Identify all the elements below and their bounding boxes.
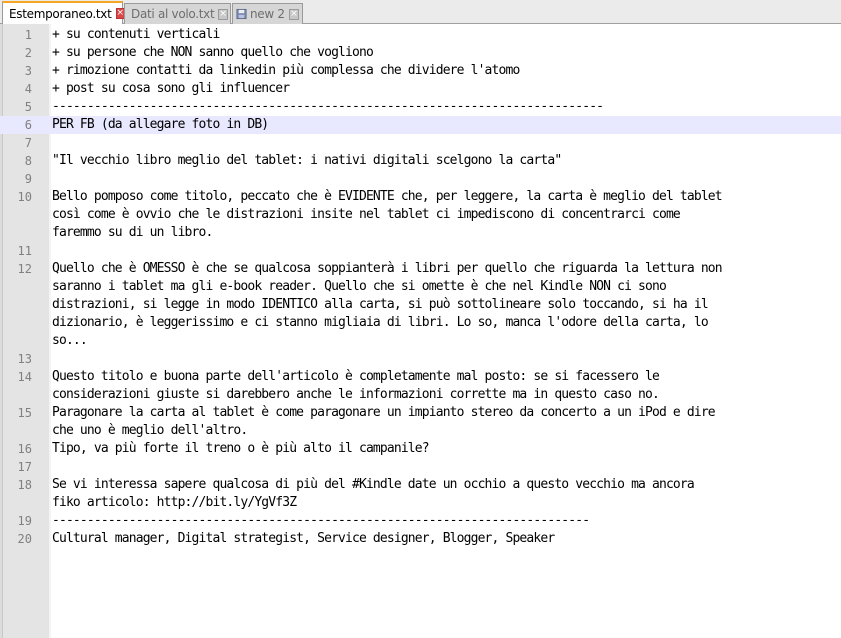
- line-number: 6: [24, 118, 32, 132]
- tab-label: Dati al volo.txt: [131, 7, 215, 21]
- editor-line[interactable]: saranno i tablet ma gli e-book reader. Q…: [0, 278, 841, 296]
- line-text[interactable]: Quello che è OMESSO è che se qualcosa so…: [52, 260, 723, 278]
- line-text[interactable]: "Il vecchio libro meglio del tablet: i n…: [52, 152, 562, 170]
- editor-line[interactable]: 2 + su persone che NON sanno quello che v…: [0, 44, 841, 62]
- editor-line[interactable]: 3 + rimozione contatti da linkedin più co…: [0, 62, 841, 80]
- editor-line[interactable]: distrazioni, si legge in modo IDENTICO a…: [0, 296, 841, 314]
- line-text[interactable]: PER FB (da allegare foto in DB): [52, 116, 269, 134]
- tab-bar: Estemporaneo.txt × Dati al volo.txt × ne…: [0, 0, 841, 24]
- line-number: 20: [17, 532, 32, 546]
- editor-line[interactable]: 15 Paragonare la carta al tablet è come p…: [0, 404, 841, 422]
- editor-line[interactable]: 17: [0, 458, 841, 476]
- line-text[interactable]: Bello pomposo come titolo, peccato che è…: [52, 188, 723, 206]
- editor-line[interactable]: considerazioni giuste si darebbero anche…: [0, 386, 841, 404]
- line-number: 3: [24, 64, 32, 78]
- line-number: 1: [24, 28, 32, 42]
- line-number: 16: [17, 442, 32, 456]
- line-text[interactable]: + su persone che NON sanno quello che vo…: [52, 44, 374, 62]
- tab-dati-al-volo[interactable]: Dati al volo.txt ×: [124, 3, 231, 24]
- editor-line[interactable]: 5 ---------------------------------------…: [0, 98, 841, 116]
- line-number: 13: [17, 352, 32, 366]
- line-number: 17: [17, 460, 32, 474]
- tab-label: Estemporaneo.txt: [9, 6, 112, 21]
- line-text[interactable]: Questo titolo e buona parte dell'articol…: [52, 368, 660, 386]
- editor-line[interactable]: che uno è meglio dell'altro.: [0, 422, 841, 440]
- line-number: 2: [24, 46, 32, 60]
- line-text[interactable]: + su contenuti verticali: [52, 26, 220, 44]
- line-text[interactable]: Se vi interessa sapere qualcosa di più d…: [52, 476, 695, 494]
- line-text[interactable]: faremmo su di un libro.: [52, 224, 213, 242]
- line-number: 12: [17, 262, 32, 276]
- line-text[interactable]: che uno è meglio dell'altro.: [52, 422, 248, 440]
- line-text[interactable]: so...: [52, 332, 88, 350]
- editor-line[interactable]: 6 PER FB (da allegare foto in DB): [0, 116, 841, 134]
- editor-line[interactable]: 4 + post su cosa sono gli influencer: [0, 80, 841, 98]
- editor-line[interactable]: 13: [0, 350, 841, 368]
- editor-line[interactable]: 7: [0, 134, 841, 152]
- line-number: 7: [24, 136, 32, 150]
- editor-line[interactable]: so...: [0, 332, 841, 350]
- editor-line[interactable]: dizionario, è leggerissimo e ci stanno m…: [0, 314, 841, 332]
- line-number: 4: [24, 82, 32, 96]
- line-text[interactable]: Tipo, va più forte il treno o è più alto…: [52, 440, 430, 458]
- editor-line[interactable]: 19 --------------------------------------…: [0, 512, 841, 530]
- editor-line[interactable]: 10 Bello pomposo come titolo, peccato che…: [0, 188, 841, 206]
- line-number: 8: [24, 154, 32, 168]
- line-text[interactable]: fiko articolo: http://bit.ly/YgVf3Z: [52, 494, 297, 512]
- line-number: 5: [24, 100, 32, 114]
- line-text[interactable]: Paragonare la carta al tablet è come par…: [52, 404, 716, 422]
- line-text[interactable]: Cultural manager, Digital strategist, Se…: [52, 530, 555, 548]
- line-text[interactable]: saranno i tablet ma gli e-book reader. Q…: [52, 278, 667, 296]
- text-editor[interactable]: 1 + su contenuti verticali 2 + su persone c…: [0, 24, 841, 638]
- file-icon: [236, 8, 247, 20]
- editor-line[interactable]: 16 Tipo, va più forte il treno o è più al…: [0, 440, 841, 458]
- line-text[interactable]: dizionario, è leggerissimo e ci stanno m…: [52, 314, 709, 332]
- line-number: 10: [17, 190, 32, 204]
- line-text[interactable]: considerazioni giuste si darebbero anche…: [52, 386, 660, 404]
- line-number: 14: [17, 370, 32, 384]
- editor-line[interactable]: 20 Cultural manager, Digital strategist, …: [0, 530, 841, 548]
- editor-line[interactable]: fiko articolo: http://bit.ly/YgVf3Z: [0, 494, 841, 512]
- close-icon[interactable]: ×: [218, 8, 228, 20]
- editor-line[interactable]: 1 + su contenuti verticali: [0, 26, 841, 44]
- line-text[interactable]: distrazioni, si legge in modo IDENTICO a…: [52, 296, 709, 314]
- line-number: 11: [17, 244, 32, 258]
- line-text[interactable]: + post su cosa sono gli influencer: [52, 80, 290, 98]
- editor-line[interactable]: 11: [0, 242, 841, 260]
- line-number: 15: [17, 406, 32, 420]
- editor-line[interactable]: 12 Quello che è OMESSO è che se qualcosa …: [0, 260, 841, 278]
- editor-line[interactable]: 8 "Il vecchio libro meglio del tablet: i …: [0, 152, 841, 170]
- tab-new-2[interactable]: new 2 ×: [232, 3, 303, 24]
- line-number: 9: [24, 172, 32, 186]
- editor-line[interactable]: faremmo su di un libro.: [0, 224, 841, 242]
- editor-line[interactable]: così come è ovvio che le distrazioni ins…: [0, 206, 841, 224]
- tab-estemporaneo[interactable]: Estemporaneo.txt ×: [2, 1, 125, 24]
- line-number: 18: [17, 478, 32, 492]
- line-number: 19: [17, 514, 32, 528]
- line-text[interactable]: così come è ovvio che le distrazioni ins…: [52, 206, 681, 224]
- line-text[interactable]: + rimozione contatti da linkedin più com…: [52, 62, 520, 80]
- editor-line[interactable]: 18 Se vi interessa sapere qualcosa di più…: [0, 476, 841, 494]
- tab-label: new 2: [249, 7, 285, 21]
- editor-line[interactable]: 14 Questo titolo e buona parte dell'artic…: [0, 368, 841, 386]
- close-icon[interactable]: ×: [288, 8, 299, 20]
- editor-line[interactable]: 9: [0, 170, 841, 188]
- line-text[interactable]: ----------------------------------------…: [52, 98, 604, 116]
- line-text[interactable]: ----------------------------------------…: [52, 512, 590, 530]
